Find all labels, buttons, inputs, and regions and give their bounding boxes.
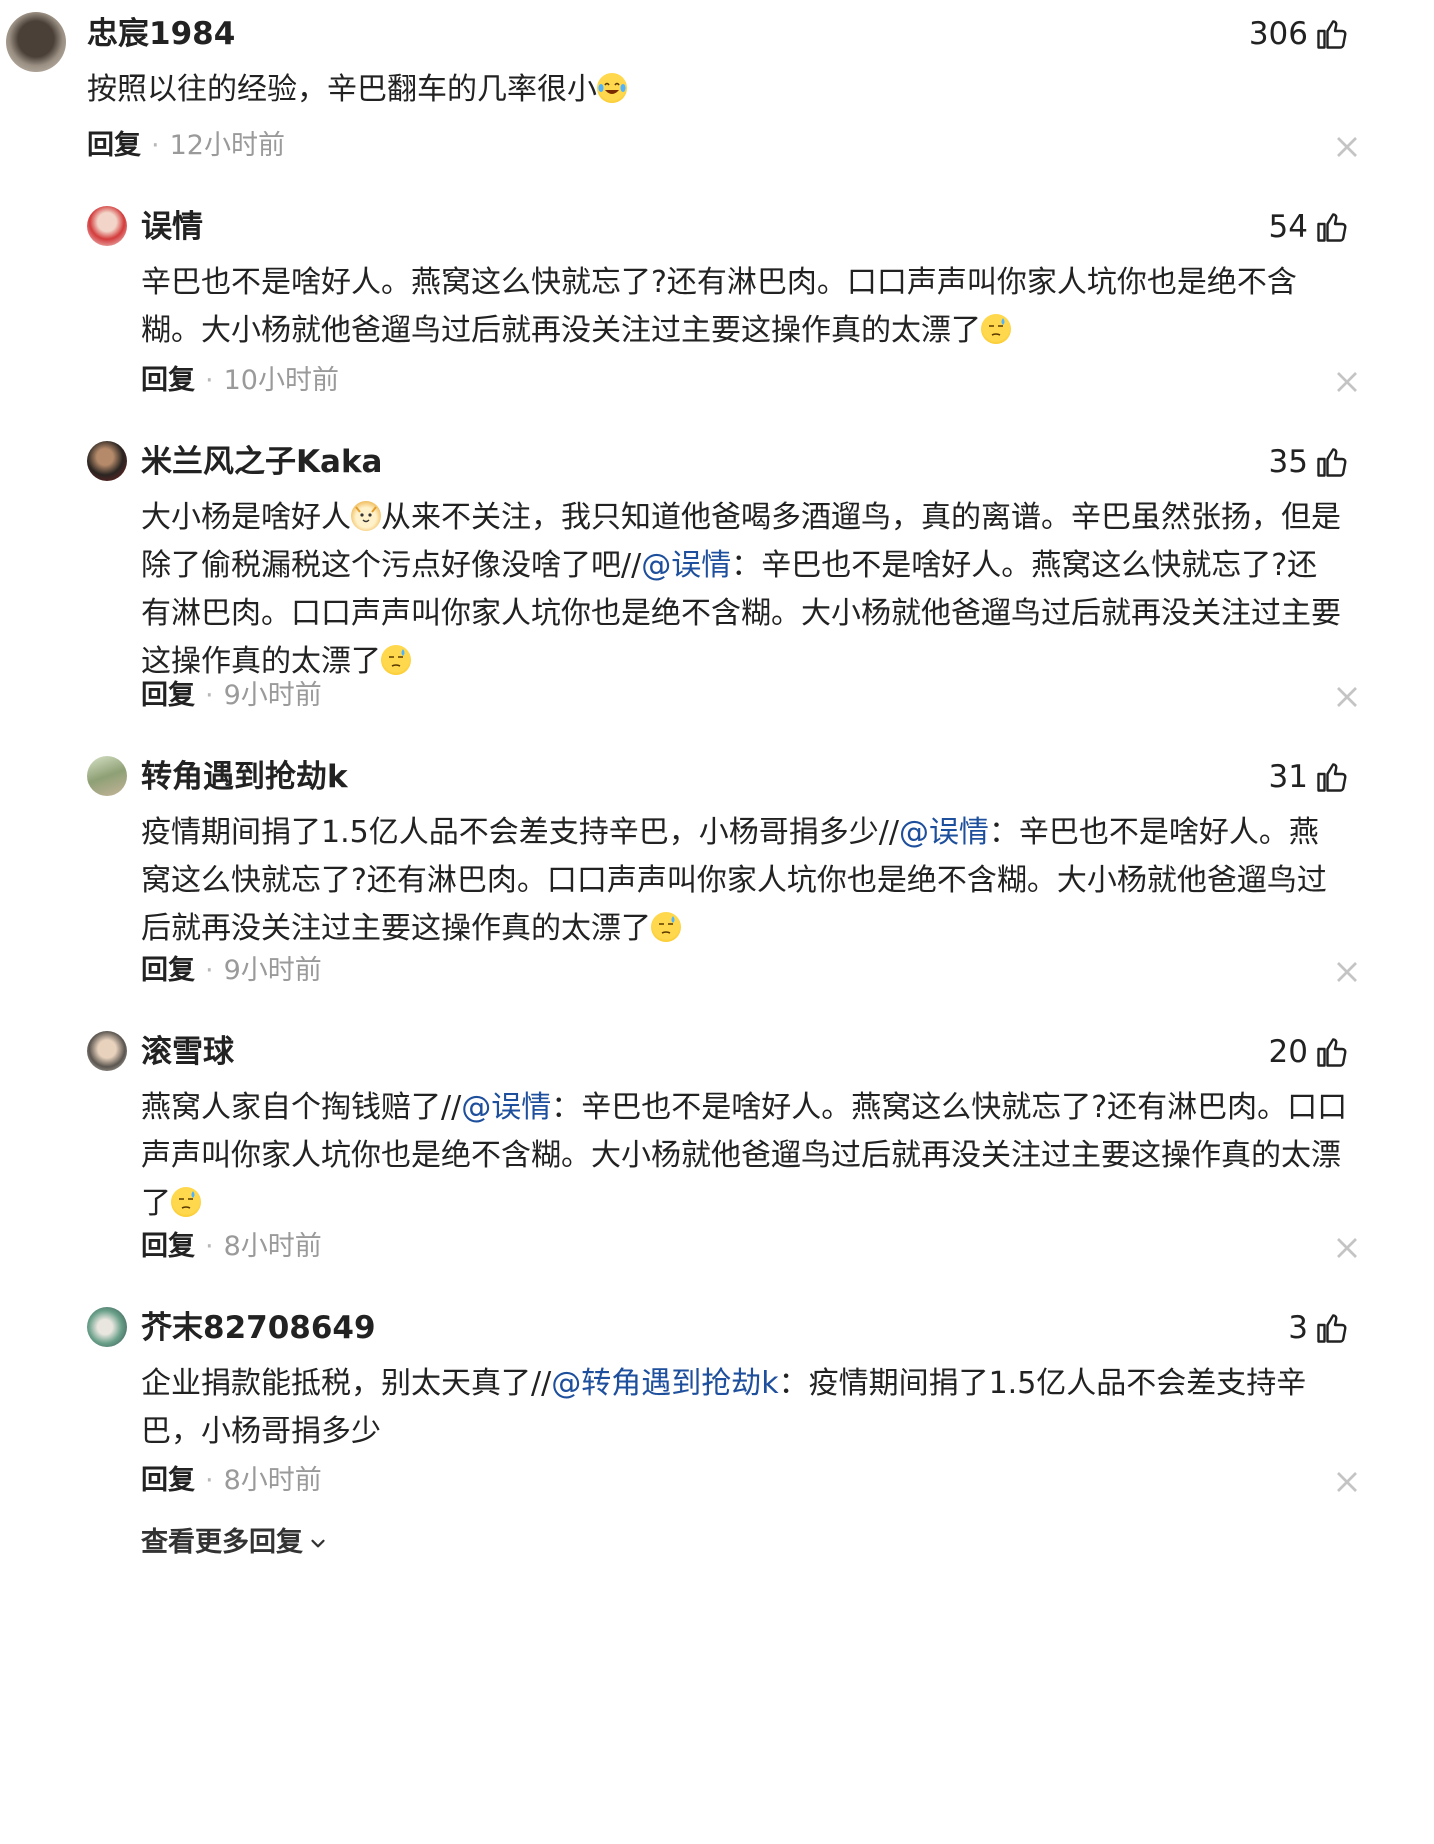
comment-text-segment: 疫情期间捐了1.5亿人品不会差支持辛巴，小杨哥捐多少//: [141, 815, 899, 850]
reply-button[interactable]: 回复: [87, 130, 141, 161]
comment-meta: 回复 · 10小时前: [141, 361, 339, 401]
comment-text-segment: 大小杨是啥好人: [141, 500, 351, 535]
reply-button[interactable]: 回复: [141, 1231, 195, 1262]
username[interactable]: 转角遇到抢劫k: [141, 757, 348, 797]
comment-meta: 回复 · 12小时前: [87, 126, 285, 166]
comment-meta: 回复 · 8小时前: [141, 1461, 322, 1501]
timestamp: 9小时前: [223, 955, 322, 986]
username[interactable]: 忠宸1984: [87, 14, 235, 54]
avatar[interactable]: [87, 756, 127, 796]
close-icon[interactable]: [1332, 367, 1362, 397]
user-mention-link[interactable]: @转角遇到抢劫k: [551, 1366, 778, 1401]
username[interactable]: 误情: [141, 207, 203, 247]
sweat-emoji: [381, 645, 411, 675]
separator: ·: [205, 1465, 214, 1496]
close-icon[interactable]: [1332, 132, 1362, 162]
comment-text: 燕窝人家自个掏钱赔了//@误情：辛巴也不是啥好人。燕窝这么快就忘了?还有淋巴肉。…: [141, 1084, 1364, 1228]
timestamp: 8小时前: [223, 1465, 322, 1496]
comment-text-segment: 燕窝人家自个掏钱赔了//: [141, 1090, 462, 1125]
sweat-emoji: [651, 912, 681, 942]
like-count: 306: [1248, 16, 1308, 52]
username[interactable]: 滚雪球: [141, 1032, 234, 1072]
chevron-down-icon: [311, 1539, 325, 1548]
username[interactable]: 米兰风之子Kaka: [141, 442, 382, 482]
comment-text-segment: 企业捐款能抵税，别太天真了//: [141, 1366, 552, 1401]
comment-text-segment: 辛巴也不是啥好人。燕窝这么快就忘了?还有淋巴肉。口口声声叫你家人坑你也是绝不含糊…: [141, 265, 1297, 348]
laugh-cry-emoji: [597, 73, 627, 103]
comment-text: 辛巴也不是啥好人。燕窝这么快就忘了?还有淋巴肉。口口声声叫你家人坑你也是绝不含糊…: [141, 259, 1344, 355]
like-count: 3: [1288, 1310, 1308, 1346]
close-icon[interactable]: [1332, 957, 1362, 987]
avatar[interactable]: [87, 441, 127, 481]
thumbs-up-icon: [1317, 213, 1347, 242]
like-button[interactable]: 3: [1288, 1308, 1350, 1348]
separator: ·: [205, 1231, 214, 1262]
separator: ·: [205, 365, 214, 396]
timestamp: 9小时前: [223, 680, 322, 711]
like-count: 54: [1268, 209, 1308, 245]
username[interactable]: 芥末82708649: [141, 1308, 376, 1348]
view-more-replies-button[interactable]: 查看更多回复: [141, 1523, 329, 1563]
comment-meta: 回复 · 8小时前: [141, 1227, 322, 1267]
avatar[interactable]: [87, 1307, 127, 1347]
thumbs-up-icon: [1317, 763, 1347, 792]
comment-text: 疫情期间捐了1.5亿人品不会差支持辛巴，小杨哥捐多少//@误情：辛巴也不是啥好人…: [141, 809, 1344, 953]
separator: ·: [205, 680, 214, 711]
like-button[interactable]: 31: [1269, 757, 1350, 797]
thumbs-up-icon: [1317, 1038, 1347, 1067]
like-count: 35: [1268, 444, 1308, 480]
close-icon[interactable]: [1332, 1467, 1362, 1497]
close-icon[interactable]: [1332, 1233, 1362, 1263]
close-icon[interactable]: [1332, 682, 1362, 712]
like-button[interactable]: 20: [1269, 1032, 1350, 1072]
view-more-label: 查看更多回复: [141, 1527, 303, 1558]
like-count: 31: [1268, 759, 1308, 795]
separator: ·: [151, 130, 160, 161]
reply-button[interactable]: 回复: [141, 680, 195, 711]
thumbs-up-icon: [1317, 20, 1347, 49]
like-button[interactable]: 35: [1269, 442, 1350, 482]
avatar[interactable]: [87, 1031, 127, 1071]
like-count: 20: [1268, 1034, 1308, 1070]
comment-text-segment: 按照以往的经验，辛巴翻车的几率很小: [87, 72, 597, 107]
comment-meta: 回复 · 9小时前: [141, 676, 322, 716]
timestamp: 10小时前: [223, 365, 339, 396]
timestamp: 12小时前: [169, 130, 285, 161]
reply-button[interactable]: 回复: [141, 955, 195, 986]
thumbs-up-icon: [1317, 448, 1347, 477]
avatar[interactable]: [6, 12, 66, 72]
user-mention-link[interactable]: @误情: [899, 815, 989, 850]
comment-meta: 回复 · 9小时前: [141, 951, 322, 991]
thumbs-up-icon: [1317, 1314, 1347, 1343]
avatar[interactable]: [87, 206, 127, 246]
reply-button[interactable]: 回复: [141, 1465, 195, 1496]
timestamp: 8小时前: [223, 1231, 322, 1262]
user-mention-link[interactable]: @误情: [641, 548, 731, 583]
comment-text: 企业捐款能抵税，别太天真了//@转角遇到抢劫k：疫情期间捐了1.5亿人品不会差支…: [141, 1360, 1344, 1456]
user-mention-link[interactable]: @误情: [461, 1090, 551, 1125]
sweat-emoji: [981, 314, 1011, 344]
sweat-emoji: [171, 1187, 201, 1217]
comment-text: 大小杨是啥好人 从来不关注，我只知道他爸喝多酒遛鸟，真的离谱。辛巴虽然张扬，但是除…: [141, 494, 1344, 686]
separator: ·: [205, 955, 214, 986]
reply-button[interactable]: 回复: [141, 365, 195, 396]
cat-emoji: [351, 501, 381, 531]
like-button[interactable]: 306: [1249, 14, 1350, 54]
comment-text: 按照以往的经验，辛巴翻车的几率很小: [87, 66, 1344, 114]
like-button[interactable]: 54: [1269, 207, 1350, 247]
